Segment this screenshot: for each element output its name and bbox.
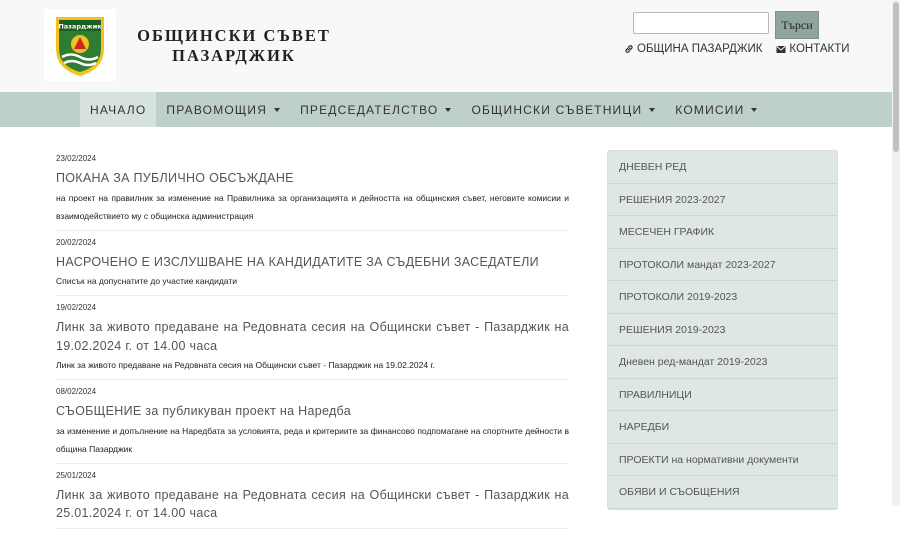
news-title-link[interactable]: НАСРОЧЕНО Е ИЗСЛУШВАНЕ НА КАНДИДАТИТЕ ЗА…: [56, 253, 569, 272]
sidebar-item-protokoli-2023-2027[interactable]: ПРОТОКОЛИ мандат 2023-2027: [608, 249, 837, 281]
sidebar-menu: ДНЕВЕН РЕД РЕШЕНИЯ 2023-2027 МЕСЕЧЕН ГРА…: [607, 150, 838, 510]
site-title-line2: ПАЗАРДЖИК: [172, 46, 296, 65]
news-list: 23/02/2024 ПОКАНА ЗА ПУБЛИЧНО ОБСЪЖДАНЕ …: [56, 150, 569, 535]
caret-down-icon: [445, 107, 452, 112]
link-icon: [624, 44, 634, 54]
nav-label: КОМИСИИ: [675, 102, 745, 117]
sidebar-item-protokoli-2019-2023[interactable]: ПРОТОКОЛИ 2019-2023: [608, 281, 837, 314]
sidebar-item-obyavi[interactable]: ОБЯВИ И СЪОБЩЕНИЯ: [608, 476, 837, 509]
link-kontakti[interactable]: КОНТАКТИ: [776, 43, 850, 55]
scrollbar-thumb[interactable]: [893, 2, 899, 152]
news-item: 23/02/2024 ПОКАНА ЗА ПУБЛИЧНО ОБСЪЖДАНЕ …: [56, 153, 569, 231]
link-obshtina-pazardzhik[interactable]: ОБЩИНА ПАЗАРДЖИК: [624, 43, 762, 55]
news-item: 19/02/2024 Линк за живото предаване на Р…: [56, 302, 569, 380]
site-title[interactable]: ОБЩИНСКИ СЪВЕТ ПАЗАРДЖИК: [126, 26, 342, 66]
site-title-line1: ОБЩИНСКИ СЪВЕТ: [137, 26, 331, 45]
sidebar-item-dneven-red[interactable]: ДНЕВЕН РЕД: [608, 151, 837, 184]
sidebar-item-naredbi[interactable]: НАРЕДБИ: [608, 411, 837, 444]
sidebar-item-reshenia-2019-2023[interactable]: РЕШЕНИЯ 2019-2023: [608, 314, 837, 346]
news-description: Линк за живото предаване на Редовната се…: [56, 360, 435, 370]
sidebar-item-mesechen-grafik[interactable]: МЕСЕЧЕН ГРАФИК: [608, 216, 837, 249]
caret-down-icon: [649, 107, 656, 112]
news-date: 19/02/2024: [56, 303, 97, 312]
nav-item-pravomoshtia[interactable]: ПРАВОМОЩИЯ: [156, 92, 290, 127]
municipal-crest-logo[interactable]: Пазарджик: [44, 9, 116, 81]
news-title-link[interactable]: Линк за живото предаване на Редовната се…: [56, 318, 569, 355]
search-input[interactable]: [633, 12, 769, 34]
crest-text: Пазарджик: [58, 23, 102, 31]
news-description: за изменение и допълнение на Наредбата з…: [56, 425, 569, 454]
page-scrollbar[interactable]: [892, 0, 900, 506]
news-title-link[interactable]: СЪОБЩЕНИЕ за публикуван проект на Наредб…: [56, 402, 569, 421]
news-item: 25/01/2024 Линк за живото предаване на Р…: [56, 470, 569, 529]
news-item: 20/02/2024 НАСРОЧЕНО Е ИЗСЛУШВАНЕ НА КАН…: [56, 237, 569, 296]
sidebar-item-pravilnitsi[interactable]: ПРАВИЛНИЦИ: [608, 379, 837, 411]
nav-item-predsedatelstvo[interactable]: ПРЕДСЕДАТЕЛСТВО: [290, 92, 461, 127]
nav-label: ПРАВОМОЩИЯ: [166, 102, 268, 117]
nav-label: НАЧАЛО: [90, 102, 147, 117]
news-description: на проект на правилник за изменение на П…: [56, 192, 569, 221]
caret-down-icon: [274, 107, 281, 112]
news-date: 25/01/2024: [56, 470, 97, 480]
news-item: 08/02/2024 СЪОБЩЕНИЕ за публикуван проек…: [56, 386, 569, 464]
nav-item-nachalo[interactable]: НАЧАЛО: [80, 92, 157, 127]
news-date: 20/02/2024: [56, 237, 97, 247]
site-header: Пазарджик ОБЩИНСКИ СЪВЕТ ПАЗАРДЖИК Търси…: [0, 0, 892, 92]
nav-label: ОБЩИНСКИ СЪВЕТНИЦИ: [471, 102, 643, 117]
sidebar-item-dneven-red-2019-2023[interactable]: Дневен ред-мандат 2019-2023: [608, 346, 837, 379]
news-date: 23/02/2024: [56, 154, 97, 163]
sidebar-item-reshenia-2023-2027[interactable]: РЕШЕНИЯ 2023-2027: [608, 184, 837, 216]
search-button[interactable]: Търси: [775, 11, 819, 39]
news-title-link[interactable]: Линк за живото предаване на Редовната се…: [56, 486, 569, 523]
nav-item-komisii[interactable]: КОМИСИИ: [665, 92, 767, 127]
link-kontakti-label: КОНТАКТИ: [789, 43, 850, 55]
top-links: ОБЩИНА ПАЗАРДЖИК КОНТАКТИ: [624, 43, 850, 55]
nav-item-obshtinski-savetnitsi[interactable]: ОБЩИНСКИ СЪВЕТНИЦИ: [461, 92, 665, 127]
caret-down-icon: [751, 107, 758, 112]
link-obshtina-label: ОБЩИНА ПАЗАРДЖИК: [637, 43, 763, 55]
nav-label: ПРЕДСЕДАТЕЛСТВО: [300, 102, 439, 117]
news-date: 08/02/2024: [56, 387, 97, 396]
news-description: Списък на допуснатите до участие кандида…: [56, 276, 237, 286]
news-title-link[interactable]: ПОКАНА ЗА ПУБЛИЧНО ОБСЪЖДАНЕ: [56, 169, 569, 188]
sidebar-item-proekti[interactable]: ПРОЕКТИ на нормативни документи: [608, 444, 837, 476]
main-nav: НАЧАЛО ПРАВОМОЩИЯ ПРЕДСЕДАТЕЛСТВО ОБЩИНС…: [0, 92, 892, 127]
envelope-icon: [776, 45, 786, 54]
